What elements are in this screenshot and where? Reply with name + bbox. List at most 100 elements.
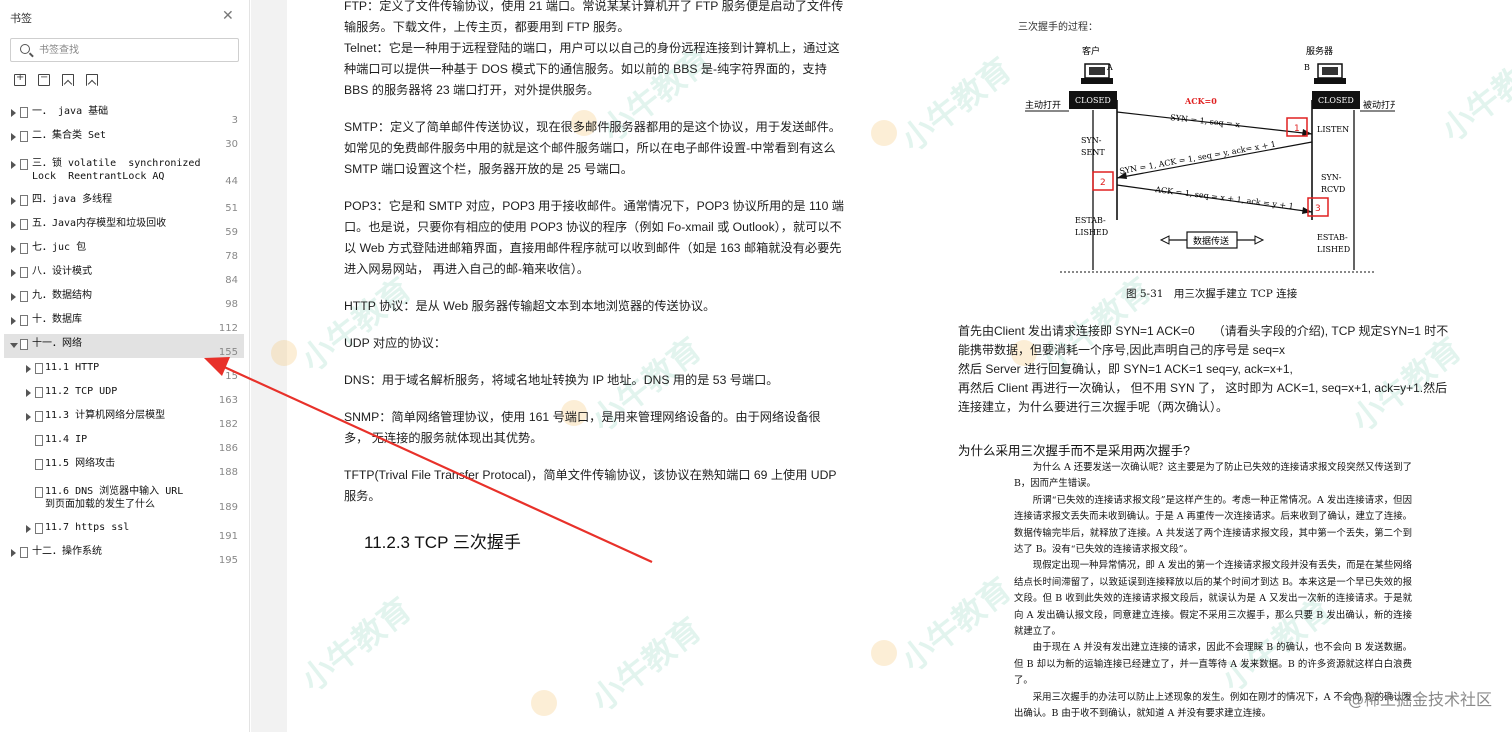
expand-arrow-icon[interactable] [11,293,16,301]
expand-arrow-icon[interactable] [11,317,16,325]
bookmark-item[interactable]: 三．锁 volatile synchronized Lock Reentrant… [4,154,244,190]
bookmark-label: 十二．操作系统 [32,546,102,557]
expand-arrow-icon[interactable] [11,133,16,141]
bookmark-item[interactable]: 11.6 DNS 浏览器中输入 URL 到页面加载的发生了什么 189 [4,482,244,516]
active-open-label: 主动打开 [1025,99,1061,111]
bookmark-item[interactable]: 11.1 HTTP 15 [4,358,244,382]
bookmark-icon [35,387,43,398]
client-tag: A [1106,63,1113,72]
paragraph: HTTP 协议：是从 Web 服务器传输超文本到本地浏览器的传送协议。 [344,299,716,313]
bookmark-page: 78 [225,251,238,262]
bookmark-item[interactable]: 九．数据结构 98 [4,286,244,310]
server-computer-icon [1314,63,1346,84]
expand-arrow-icon[interactable] [11,245,16,253]
bookmark-label: 11.6 DNS 浏览器中输入 URL 到页面加载的发生了什么 [45,486,184,510]
bookmark-item[interactable]: 十二．操作系统 195 [4,542,244,566]
bookmark-label: 九．数据结构 [32,290,92,301]
bookmark-icon [20,547,28,558]
bookmark-label: 八．设计模式 [32,266,92,277]
state-established-server-2: LISHED [1317,245,1350,254]
collapse-arrow-icon[interactable] [10,343,18,348]
state-established-client: ESTAB- [1075,216,1106,225]
message-ack: ACK = 1, seq = x + 1, ack = y + 1 [1154,185,1294,211]
bookmark-page: 182 [218,419,238,430]
bookmark-page: 195 [218,555,238,566]
expand-arrow-icon[interactable] [26,525,31,533]
bookmark-label: 四．java 多线程 [32,194,113,205]
bookmark-page: 15 [225,371,238,382]
bookmark-toolbar [14,72,98,88]
paragraph: 所谓“已失效的连接请求报文段”是这样产生的。考虑一种正常情况。A 发出连接请求，… [1014,494,1412,556]
bookmark-item[interactable]: 八．设计模式 84 [4,262,244,286]
collapse-all-icon[interactable] [38,72,50,86]
state-syn-rcvd-2: RCVD [1321,185,1345,194]
bookmark-item-network[interactable]: 十一．网络 155 [4,334,244,358]
bookmark-item[interactable]: 七．juc 包 78 [4,238,244,262]
bookmark-item[interactable]: 二．集合类 Set 30 [4,126,244,150]
paragraph: 现假定出现一种异常情况，即 A 发出的第一个连接请求报文段并没有丢失，而是在某些… [1014,560,1412,638]
tcp-handshake-diagram: 客户 A 服务器 B CLOSED CLOSED 主动打开 被动打开 ACK=0… [1025,45,1395,273]
section-heading: 11.2.3 TCP 三次握手 [364,533,521,552]
bookmark-item[interactable]: 11.5 网络攻击 188 [4,454,244,478]
corner-brand-mark: @稀土掘金技术社区 [1347,690,1492,709]
bookmark-icon [20,107,28,118]
expand-all-icon[interactable] [14,72,26,86]
bookmark-page: 30 [225,139,238,150]
bookmark-item[interactable]: 11.4 IP 186 [4,430,244,454]
server-label: 服务器 [1306,45,1333,57]
expand-arrow-icon[interactable] [11,161,16,169]
bookmark-page: 112 [218,323,238,334]
bookmark-label: 二．集合类 Set [32,130,107,141]
paragraph: DNS：用于域名解析服务，将域名地址转换为 IP 地址。DNS 用的是 53 号… [344,373,779,387]
expand-arrow-icon[interactable] [11,197,16,205]
state-established-server: ESTAB- [1317,233,1348,242]
add-bookmark-icon[interactable] [62,74,74,86]
bookmark-icon [20,131,28,142]
bookmark-search[interactable] [10,38,239,62]
bookmark-icon [35,487,43,498]
paragraph: POP3：它是和 SMTP 对应，POP3 用于接收邮件。通常情况下，POP3 … [344,199,844,276]
expand-arrow-icon[interactable] [26,389,31,397]
bookmark-search-input[interactable] [39,42,229,58]
bookmark-page: 84 [225,275,238,286]
data-transfer-label: 数据传送 [1193,235,1229,247]
bookmark-label: 11.2 TCP UDP [45,386,118,397]
bookmark-icon [20,159,28,170]
bookmark-item[interactable]: 11.2 TCP UDP 163 [4,382,244,406]
bookmark-label: 七．juc 包 [32,242,87,253]
bookmark-item[interactable]: 十．数据库 112 [4,310,244,334]
bookmark-item[interactable]: 五．Java内存模型和垃圾回收 59 [4,214,244,238]
bookmark-page: 191 [218,531,238,542]
expand-arrow-icon[interactable] [26,413,31,421]
paragraph: 由于现在 A 并没有发出建立连接的请求，因此不会理睬 B 的确认，也不会向 B … [1014,642,1412,687]
bookmark-icon [35,435,43,446]
bookmark-page: 3 [231,115,238,126]
expand-arrow-icon[interactable] [11,109,16,117]
step-3-number: 3 [1315,204,1321,214]
bookmark-label: 11.3 计算机网络分层模型 [45,410,166,421]
server-tag: B [1304,63,1310,72]
bookmark-page: 188 [218,467,238,478]
bookmark-page: 98 [225,299,238,310]
expand-arrow-icon[interactable] [11,269,16,277]
expand-arrow-icon[interactable] [26,365,31,373]
bookmark-icon [35,459,43,470]
left-page-body: FTP：定义了文件传输协议，使用 21 端口。常说某某计算机开了 FTP 服务便… [344,0,844,523]
expand-arrow-icon[interactable] [11,549,16,557]
bookmark-panel: 书签 ✕ 一． java 基础 3 二．集合类 Set 30 [0,0,250,732]
remove-bookmark-icon[interactable] [86,74,98,86]
bookmark-item[interactable]: 四．java 多线程 51 [4,190,244,214]
bookmark-item[interactable]: 一． java 基础 3 [4,102,244,126]
search-icon [20,44,30,54]
bookmark-item[interactable]: 11.7 https ssl 191 [4,518,244,542]
expand-arrow-icon[interactable] [11,221,16,229]
bookmark-icon [20,195,28,206]
bookmark-label: 十一．网络 [32,338,82,349]
page-gutter [251,0,287,732]
bookmark-icon [20,339,28,350]
bookmark-icon [35,523,43,534]
bookmark-page: 59 [225,227,238,238]
close-icon[interactable]: ✕ [222,9,234,23]
bookmark-item[interactable]: 11.3 计算机网络分层模型 182 [4,406,244,430]
bookmark-page: 189 [218,502,238,513]
